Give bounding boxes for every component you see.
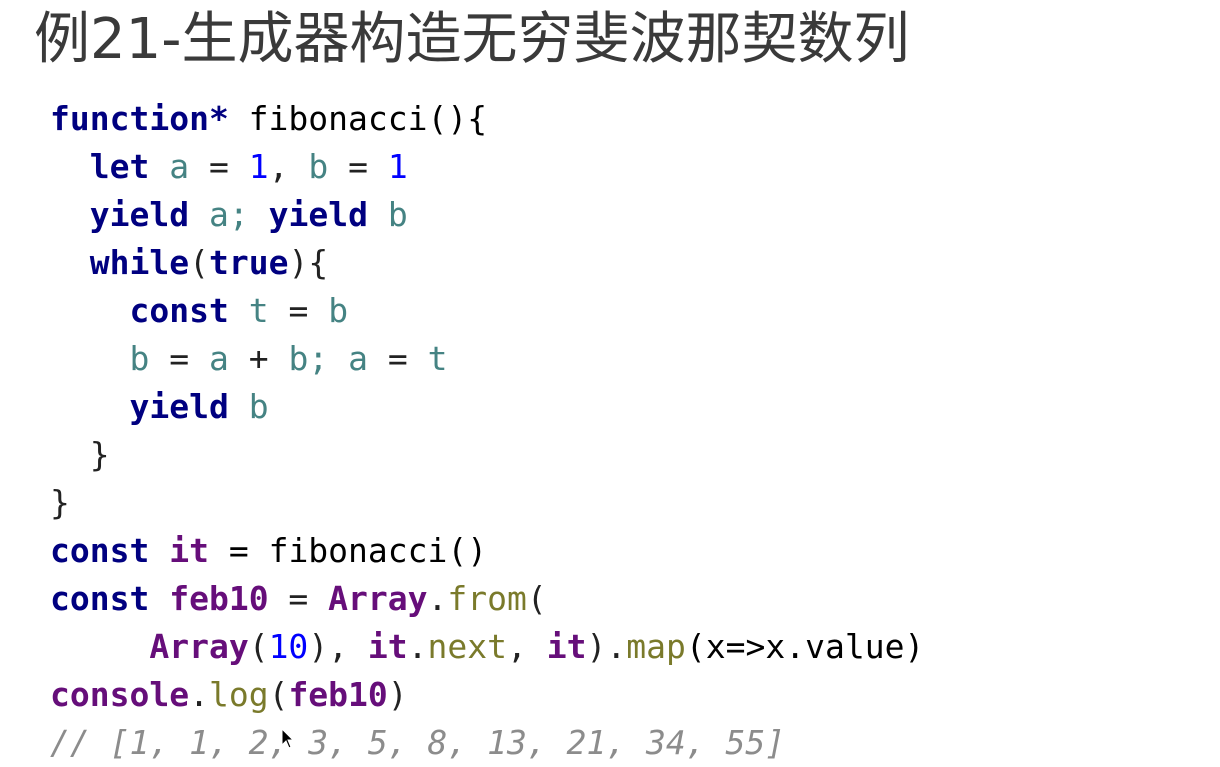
code-line: }	[50, 479, 924, 527]
code-token: fibonacci(){	[228, 99, 488, 138]
code-token: t	[427, 339, 448, 378]
code-token: log	[208, 675, 269, 714]
code-token: b	[328, 291, 349, 330]
code-token: b	[129, 339, 150, 378]
code-line: yield b	[50, 383, 924, 431]
code-line: function* fibonacci(){	[50, 95, 924, 143]
code-token: a	[208, 339, 229, 378]
code-token: ).	[586, 627, 627, 666]
slide-title: 例21-生成器构造无穷斐波那契数列	[34, 7, 910, 72]
code-line: // [1, 1, 2, 3, 5, 8, 13, 21, 34, 55]	[50, 719, 924, 767]
code-token: ,	[507, 627, 547, 666]
code-token: (	[268, 675, 289, 714]
code-token: function*	[50, 99, 229, 138]
code-token: a	[169, 147, 190, 186]
code-token: (	[189, 243, 209, 282]
code-token: =	[149, 339, 209, 378]
slide: 例21-生成器构造无穷斐波那契数列 function* fibonacci(){…	[0, 0, 1220, 762]
code-token: from	[447, 579, 527, 618]
code-token: a	[348, 339, 368, 378]
code-token: b;	[288, 339, 329, 378]
code-token: }	[50, 483, 70, 522]
code-token: (x=>x.value)	[685, 627, 925, 666]
code-line: const feb10 = Array.from(	[50, 575, 924, 623]
code-token: b	[248, 387, 269, 426]
code-token: yield	[268, 195, 368, 234]
code-token: .	[427, 579, 448, 618]
code-token: yield	[129, 387, 229, 426]
code-token: (	[526, 579, 547, 618]
code-token: b	[387, 195, 408, 234]
code-token: console	[50, 675, 190, 714]
code-token: ,	[268, 147, 309, 186]
code-token: =	[189, 147, 249, 186]
code-token: let	[89, 147, 150, 186]
code-token: b	[308, 147, 329, 186]
code-token: 1	[248, 147, 269, 186]
code-token: )	[387, 675, 408, 714]
code-block: function* fibonacci(){ let a = 1, b = 1 …	[50, 95, 924, 767]
code-token: Array	[149, 627, 249, 666]
code-token: t	[248, 291, 269, 330]
code-line: b = a + b; a = t	[50, 335, 924, 383]
code-line: yield a; yield b	[50, 191, 924, 239]
code-token: = fibonacci()	[208, 531, 488, 570]
code-token: =	[268, 579, 329, 618]
code-token: const	[129, 291, 229, 330]
code-token: true	[208, 243, 289, 282]
code-line: while(true){	[50, 239, 924, 287]
code-token: a;	[208, 195, 249, 234]
code-line: let a = 1, b = 1	[50, 143, 924, 191]
code-line: const t = b	[50, 287, 924, 335]
code-token: ),	[308, 627, 368, 666]
code-token: it	[169, 531, 209, 570]
code-token: yield	[89, 195, 190, 234]
code-token: it	[367, 627, 408, 666]
code-token: // [1, 1, 2, 3, 5, 8, 13, 21, 34, 55]	[50, 723, 786, 762]
code-token: (	[248, 627, 269, 666]
code-token: ){	[288, 243, 329, 282]
code-line: }	[50, 431, 924, 479]
mouse-pointer-icon	[281, 727, 297, 750]
code-line: console.log(feb10)	[50, 671, 924, 719]
code-token: =	[328, 147, 388, 186]
code-token: }	[50, 435, 110, 474]
code-token: 10	[268, 627, 309, 666]
code-token: const	[50, 531, 150, 570]
code-token: .	[189, 675, 209, 714]
code-token: +	[228, 339, 289, 378]
code-token: =	[268, 291, 329, 330]
code-token: next	[427, 627, 508, 666]
code-token: it	[546, 627, 587, 666]
code-token: feb10	[169, 579, 269, 618]
code-token: =	[367, 339, 428, 378]
code-token: Array	[328, 579, 428, 618]
code-token: map	[626, 627, 686, 666]
code-token: while	[89, 243, 190, 282]
code-token: 1	[387, 147, 408, 186]
code-line: Array(10), it.next, it).map(x=>x.value)	[50, 623, 924, 671]
code-token: feb10	[288, 675, 388, 714]
code-line: const it = fibonacci()	[50, 527, 924, 575]
code-token: const	[50, 579, 150, 618]
code-token: .	[407, 627, 428, 666]
